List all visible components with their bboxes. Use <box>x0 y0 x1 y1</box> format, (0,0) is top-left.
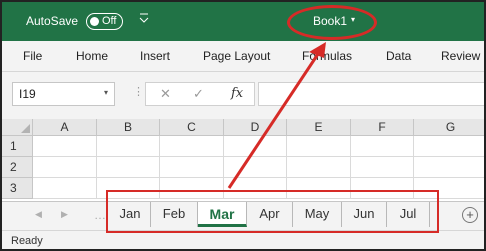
autosave-state: Off <box>102 15 117 27</box>
ribbon-tabs: File Home Insert Page Layout Formulas Da… <box>2 41 484 72</box>
formula-bar: I19 ▾ ⋮ ✕ ✓ fx <box>2 72 484 119</box>
cell-a3[interactable] <box>33 178 97 199</box>
cell-c2[interactable] <box>160 157 224 178</box>
column-header-b[interactable]: B <box>97 119 160 136</box>
cell-g1[interactable] <box>414 136 484 157</box>
menu-file[interactable]: File <box>23 49 42 63</box>
column-header-d[interactable]: D <box>224 119 287 136</box>
column-header-e[interactable]: E <box>287 119 351 136</box>
menu-page-layout[interactable]: Page Layout <box>203 49 270 63</box>
sheet-tabs-highlight-box <box>106 190 439 233</box>
menu-insert[interactable]: Insert <box>140 49 170 63</box>
menu-review[interactable]: Review <box>441 49 480 63</box>
cell-f2[interactable] <box>351 157 414 178</box>
title-bar: AutoSave Off Book1 ▾ <box>2 2 484 41</box>
row-header-1[interactable]: 1 <box>2 136 33 157</box>
name-box-dropdown-icon[interactable]: ▾ <box>104 88 108 97</box>
cell-b1[interactable] <box>97 136 160 157</box>
status-text: Ready <box>11 235 43 247</box>
toggle-knob <box>90 16 99 26</box>
column-header-a[interactable]: A <box>33 119 97 136</box>
select-all-button[interactable] <box>2 119 33 136</box>
customize-quick-access-icon[interactable] <box>139 11 149 29</box>
next-sheet-icon[interactable]: ▶ <box>61 209 68 220</box>
row-header-3[interactable]: 3 <box>2 178 33 199</box>
select-all-icon <box>21 124 30 133</box>
worksheet-grid: A B C D E F G 1 2 3 <box>2 119 484 201</box>
autosave-toggle[interactable]: Off <box>86 13 123 30</box>
column-header-c[interactable]: C <box>160 119 224 136</box>
menu-formulas[interactable]: Formulas <box>302 49 352 63</box>
insert-function-icon[interactable]: fx <box>231 86 243 101</box>
menu-home[interactable]: Home <box>76 49 108 63</box>
cancel-icon[interactable]: ✕ <box>160 86 171 102</box>
name-box[interactable]: I19 ▾ <box>12 82 115 106</box>
prev-sheet-icon[interactable]: ◀ <box>35 209 42 220</box>
cell-b2[interactable] <box>97 157 160 178</box>
enter-icon[interactable]: ✓ <box>193 86 204 102</box>
cell-e2[interactable] <box>287 157 351 178</box>
cell-a1[interactable] <box>33 136 97 157</box>
cell-d2[interactable] <box>224 157 287 178</box>
cell-d1[interactable] <box>224 136 287 157</box>
menu-data[interactable]: Data <box>386 49 411 63</box>
formula-buttons: ✕ ✓ fx <box>145 82 255 106</box>
formula-bar-grip-icon[interactable]: ⋮ <box>133 85 144 103</box>
row-header-2[interactable]: 2 <box>2 157 33 178</box>
cell-f1[interactable] <box>351 136 414 157</box>
cell-e1[interactable] <box>287 136 351 157</box>
column-header-g[interactable]: G <box>414 119 484 136</box>
cell-g2[interactable] <box>414 157 484 178</box>
cell-c1[interactable] <box>160 136 224 157</box>
cell-a2[interactable] <box>33 157 97 178</box>
autosave-label: AutoSave <box>26 14 79 28</box>
formula-input[interactable] <box>258 82 484 106</box>
name-box-value: I19 <box>19 87 36 101</box>
more-sheets-icon[interactable]: … <box>94 208 106 222</box>
column-header-f[interactable]: F <box>351 119 414 136</box>
add-sheet-icon[interactable]: + <box>462 207 478 223</box>
status-bar: Ready <box>2 230 484 249</box>
excel-window: AutoSave Off Book1 ▾ File Home Insert Pa… <box>0 0 486 251</box>
title-highlight-ellipse <box>287 5 377 40</box>
